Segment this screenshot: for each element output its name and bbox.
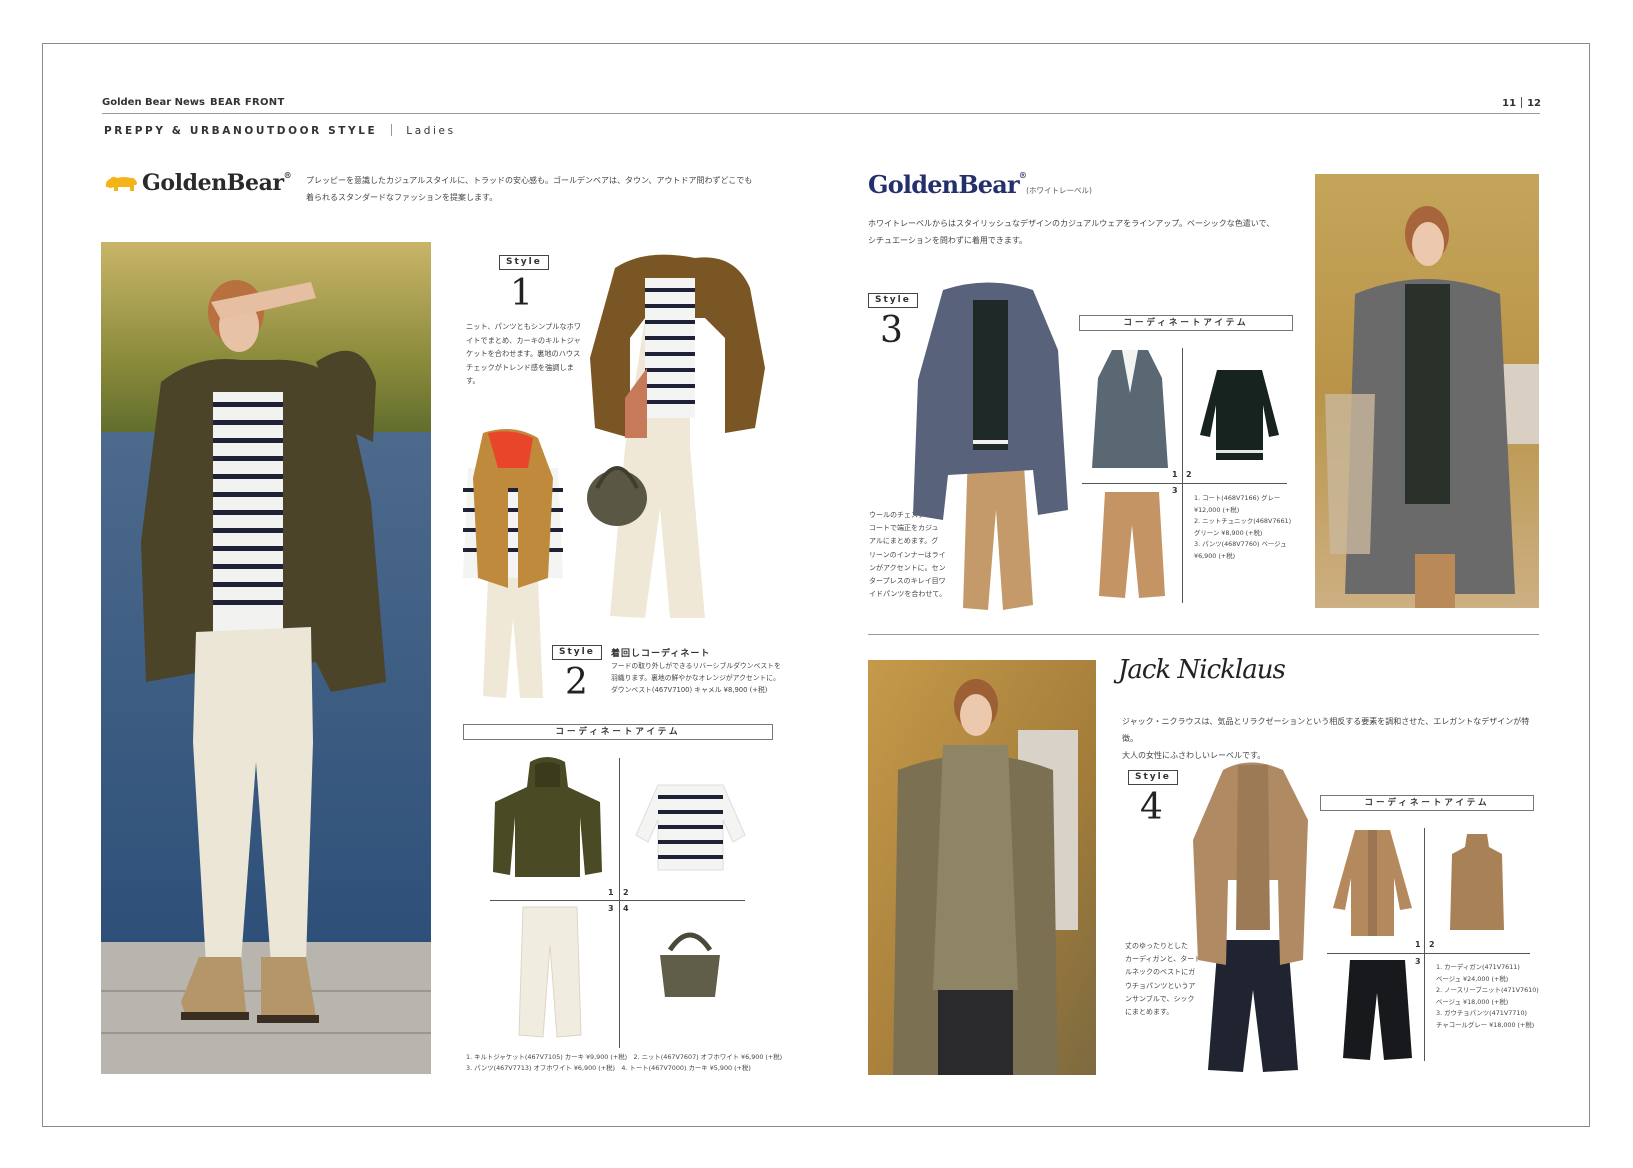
jack-nicklaus-intro: ジャック・ニクラウスは、気品とリラクゼーションという相反する要素を調和させた、エ…	[1122, 717, 1530, 760]
header-rule	[102, 113, 1540, 114]
item-quilted-jacket-image	[490, 757, 605, 882]
style-1-description: ニット、パンツともシンプルなホワ イトでまとめ、カーキのキルトジャ ケットを合わ…	[466, 322, 582, 385]
style-tag-2: Style	[552, 645, 602, 660]
page-number-left: 11	[1502, 98, 1517, 109]
golden-bear-logo: GoldenBear®	[104, 170, 292, 196]
style-tag-1: Style	[499, 255, 549, 270]
model-photo-lakeside	[101, 242, 431, 1074]
wl-grid-number-1: 1	[1172, 470, 1178, 479]
grid-vertical-rule-jack-nicklaus	[1424, 828, 1425, 1061]
running-header: Golden Bear News BEAR FRONT	[102, 97, 285, 108]
section-title: PREPPY & URBANOUTDOOR STYLE Ladies	[104, 124, 456, 137]
bear-icon	[105, 176, 137, 191]
style-number-1: 1	[510, 273, 533, 314]
category-label: Ladies	[406, 125, 456, 137]
style-2-title: 着回しコーディネート	[611, 649, 711, 659]
white-label-items-caption: 1. コート(468V7166) グレー ¥12,000 (+税) 2. ニット…	[1194, 494, 1292, 560]
grid-number-3: 3	[608, 904, 614, 913]
model-photo-grey-coat	[1315, 174, 1539, 608]
style-4-outfit-image	[1188, 760, 1313, 1075]
item-green-knit-tunic-image	[1197, 365, 1282, 465]
style-number-3: 3	[880, 310, 903, 351]
item-gaucho-pants-image	[1340, 958, 1415, 1063]
item-cardigan-image	[1330, 828, 1415, 938]
publication-name: Golden Bear News	[102, 97, 205, 108]
section-name: BEAR FRONT	[209, 97, 285, 108]
golden-bear-intro: プレッピーを意識したカジュアルスタイルに、トラッドの安心感も。ゴールデンベアは、…	[306, 176, 753, 202]
white-label-intro: ホワイトレーベルからはスタイリッシュなデザインのカジュアルウェアをラインアップ。…	[868, 219, 1275, 245]
jn-grid-number-2: 2	[1429, 940, 1435, 949]
item-striped-knit-image	[633, 780, 748, 875]
style-1-outfit-image	[585, 248, 775, 623]
left-items-caption: 1. キルトジャケット(467V7105) カーキ ¥9,900 (+税) 2.…	[466, 1053, 783, 1072]
theme-title: PREPPY & URBANOUTDOOR STYLE	[104, 125, 378, 137]
coordinate-items-heading-left: コーディネートアイテム	[463, 724, 773, 740]
jack-nicklaus-items-caption: 1. カーディガン(471V7611) ベージュ ¥24,000 (+税) 2.…	[1436, 963, 1539, 1029]
grid-vertical-rule-white-label	[1182, 348, 1183, 603]
item-beige-pants-image	[1097, 490, 1167, 600]
item-sleeveless-knit-image	[1447, 832, 1507, 932]
grid-number-2: 2	[623, 888, 629, 897]
white-label-reg: ®	[1018, 170, 1027, 180]
wl-grid-number-3: 3	[1172, 486, 1178, 495]
grid-number-1: 1	[608, 888, 614, 897]
style-tag-4: Style	[1128, 770, 1178, 785]
item-grey-coat-image	[1090, 348, 1170, 473]
jack-nicklaus-signature-logo: Jack Nicklaus	[1118, 655, 1286, 685]
coordinate-items-heading-jack-nicklaus: コーディネートアイテム	[1320, 795, 1534, 811]
style-3-outfit-image	[908, 280, 1070, 615]
page-number-divider	[1521, 97, 1523, 108]
section-divider-rule	[868, 634, 1539, 635]
grid-horizontal-rule-left	[490, 900, 745, 901]
page-numbers: 11 12	[1502, 97, 1541, 109]
title-divider	[391, 124, 393, 136]
style-number-4: 4	[1140, 787, 1163, 828]
grid-vertical-rule-left	[619, 758, 620, 1048]
jn-grid-number-1: 1	[1415, 940, 1421, 949]
style-2-outfit-image	[458, 428, 568, 703]
coordinate-items-heading-white-label: コーディネートアイテム	[1079, 315, 1293, 331]
brand-reg-mark: ®	[283, 170, 292, 180]
brand-logo-text: GoldenBear	[142, 170, 284, 196]
item-tote-bag-image	[655, 925, 725, 1000]
white-label-logo: GoldenBear® (ホワイトレーベル)	[868, 170, 1092, 199]
white-label-sub: (ホワイトレーベル)	[1026, 186, 1092, 195]
white-label-logo-text: GoldenBear	[868, 170, 1020, 199]
jn-grid-number-3: 3	[1415, 957, 1421, 966]
page-number-right: 12	[1527, 98, 1541, 109]
grid-number-4: 4	[623, 904, 629, 913]
style-2-description: フードの取り外しができるリバーシブルダウンベストを 羽織ります。裏地の鮮やかなオ…	[611, 662, 781, 694]
model-photo-knit-cardigan	[868, 660, 1096, 1075]
item-white-pants-image	[515, 905, 585, 1040]
wl-grid-number-2: 2	[1186, 470, 1192, 479]
style-number-2: 2	[565, 662, 588, 703]
grid-horizontal-rule-white-label	[1082, 483, 1287, 484]
grid-horizontal-rule-jack-nicklaus	[1327, 953, 1530, 954]
